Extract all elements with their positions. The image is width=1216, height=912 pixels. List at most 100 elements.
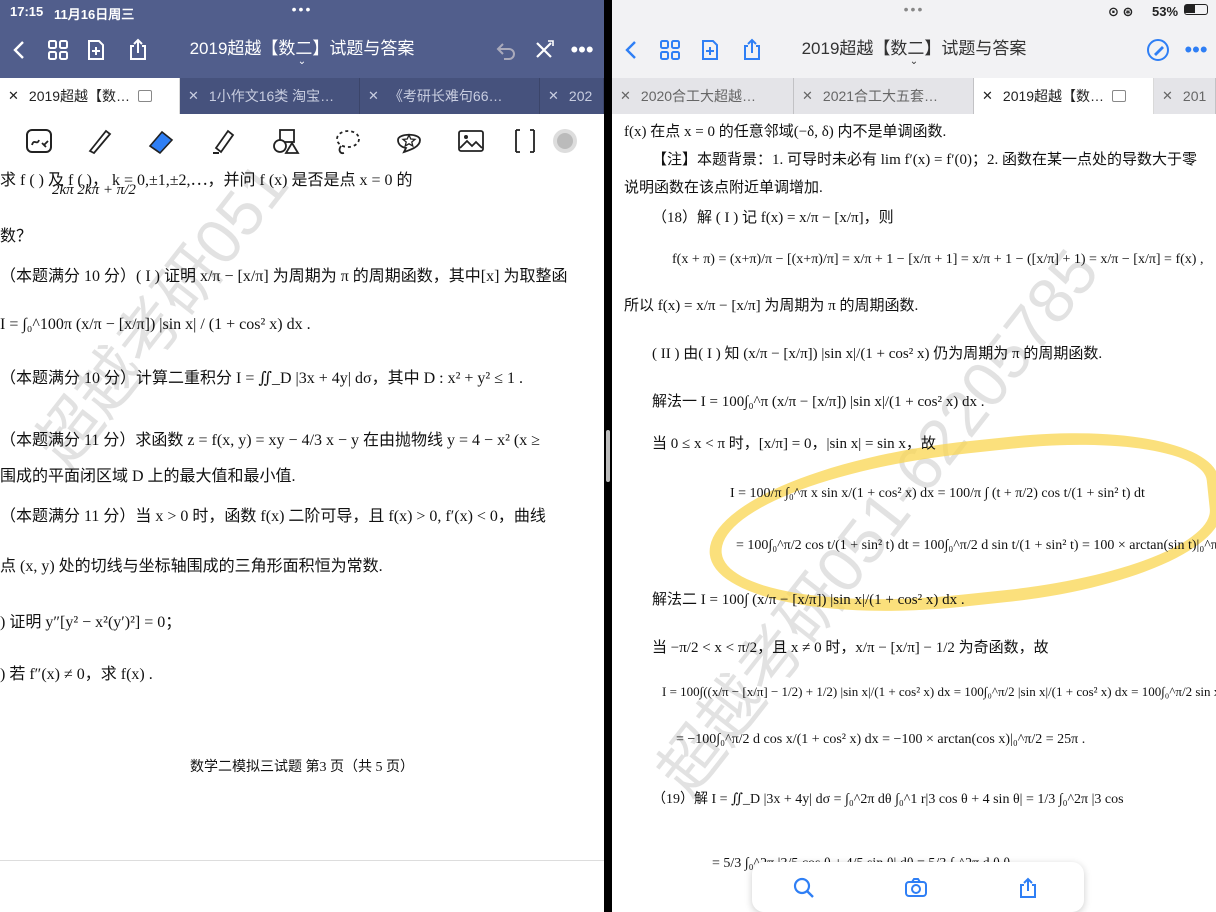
doc-line: 2kπ 2kπ + π/2 [52,182,136,198]
doc-line: （本题满分 11 分）求函数 z = f(x, y) = xy − 4/3 x … [0,432,540,449]
status-date: 11月16日周三 [54,7,135,22]
page-footer: 数学二模拟三试题 第3 页（共 5 页） [190,760,414,775]
tab-label: 201 [1182,88,1207,104]
handwriting-icon[interactable] [22,124,56,158]
share-icon[interactable] [738,36,766,64]
doc-line: 解法一 I = 100∫₀^π (x/π − [x/π]) |sin x|/(1… [652,394,985,410]
undo-icon[interactable] [492,36,520,64]
tab-2019-other[interactable]: ✕ 201 [1154,78,1216,114]
doc-line: ) 证明 y″[y² − x²(y′)²] = 0； [0,614,182,631]
tab-close-icon[interactable]: ✕ [368,88,379,104]
doc-line: 点 (x, y) 处的切线与坐标轴围成的三角形面积恒为常数. [0,558,383,575]
doc-line: 所以 f(x) = x/π − [x/π] 为周期为 π 的周期函数. [624,298,919,314]
doc-line: f(x) 在点 x = 0 的任意邻域(−δ, δ) 内不是单调函数. [624,124,947,140]
tab-2020[interactable]: ✕ 202 [540,78,604,114]
doc-line: = 100∫₀^π/2 cos t/(1 + sin² t) dt = 100∫… [736,538,1216,553]
divider-grip[interactable] [606,430,610,482]
sticker-tool-icon[interactable] [392,124,426,158]
left-app-window: 17:15 11月16日周三 ••• 2019超越【数二】试题与答案 ⌄ ••• … [0,0,604,912]
multitasking-dots-icon[interactable]: ••• [904,2,925,16]
image-tool-icon[interactable] [454,124,488,158]
pen-tool-icon[interactable] [82,124,116,158]
doc-line: （本题满分 11 分）当 x > 0 时，函数 f(x) 二阶可导，且 f(x)… [0,508,546,525]
share-icon[interactable] [124,36,152,64]
back-icon[interactable] [6,36,34,64]
doc-line: 数？ [0,228,33,245]
highlighter-tool-icon[interactable] [206,124,240,158]
doc-line: I = 100/π ∫₀^π x sin x/(1 + cos² x) dx =… [730,486,1145,501]
tab-close-icon[interactable]: ✕ [620,88,631,104]
add-page-icon[interactable] [82,36,110,64]
battery-icon [1184,4,1208,15]
doc-line: f(x + π) = (x+π)/π − [(x+π)/π] = x/π + 1… [672,252,1204,267]
right-app-window: ••• ⊙ ⊛ 53% 2019超越【数二】试题与答案 ⌄ ••• ✕ 2020合工… [612,0,1216,912]
tab-label: 2020合工大超越… [640,88,757,104]
tab-sentences[interactable]: ✕ 《考研长难句66… [360,78,540,114]
tab-label: 2021合工大五套… [822,88,939,104]
tab-close-icon[interactable]: ✕ [1162,88,1173,104]
split-view-divider[interactable] [604,0,612,912]
more-icon[interactable]: ••• [1182,36,1210,64]
doc-line: 围成的平面闭区域 D 上的最大值和最小值. [0,468,296,485]
tab-2019-exam[interactable]: ✕ 2019超越【数… [0,78,180,114]
left-top-bar: 17:15 11月16日周三 ••• 2019超越【数二】试题与答案 ⌄ ••• [0,0,604,78]
doc-line: （18）解 ( I ) 记 f(x) = x/π − [x/π]，则 [652,210,894,226]
color-picker-icon[interactable] [548,124,582,158]
tab-close-icon[interactable]: ✕ [802,88,813,104]
search-icon[interactable] [790,874,818,902]
chevron-down-icon: ⌄ [909,56,919,67]
chevron-down-icon: ⌄ [297,56,307,67]
shapes-tool-icon[interactable] [268,124,302,158]
tab-close-icon[interactable]: ✕ [548,88,559,104]
left-document-page[interactable]: 超越考研051 求 f ( ) 及 f ( )， k = 0,±1,±2,⋯，并… [0,149,604,860]
tab-close-icon[interactable]: ✕ [982,88,993,104]
add-page-icon[interactable] [696,36,724,64]
tab-2020-exam[interactable]: ✕ 2020合工大超越… [612,78,794,114]
doc-line: = −100∫₀^π/2 d cos x/(1 + cos² x) dx = −… [676,732,1086,747]
sidebar-icon[interactable] [1112,90,1127,102]
tab-2021-exam[interactable]: ✕ 2021合工大五套… [794,78,974,114]
sidebar-icon[interactable] [138,90,153,102]
floating-action-bar [752,862,1084,912]
doc-line: 解法二 I = 100∫ (x/π − [x/π]) |sin x|/(1 + … [652,592,965,608]
more-icon[interactable]: ••• [568,36,596,64]
status-icons: ⊙ ⊛ [1108,4,1134,19]
close-annotation-icon[interactable] [530,36,558,64]
tab-label: 202 [568,88,593,104]
document-title[interactable]: 2019超越【数二】试题与答案 ⌄ [190,34,415,67]
back-icon[interactable] [618,36,646,64]
tab-close-icon[interactable]: ✕ [188,88,199,104]
document-title[interactable]: 2019超越【数二】试题与答案 ⌄ [802,34,1027,67]
eraser-tool-icon[interactable] [144,124,178,158]
camera-icon[interactable] [902,874,930,902]
left-tab-bar: ✕ 2019超越【数… ✕ 1小作文16类 淘宝… ✕ 《考研长难句66… ✕ 202 [0,78,604,114]
doc-line: I = ∫₀^100π (x/π − [x/π]) |sin x| / (1 +… [0,316,311,333]
tab-2019-exam[interactable]: ✕ 2019超越【数… [974,78,1154,114]
right-tab-bar: ✕ 2020合工大超越… ✕ 2021合工大五套… ✕ 2019超越【数… ✕ 201 [612,78,1216,114]
doc-line: 说明函数在该点附近单调增加. [624,180,823,196]
export-share-icon[interactable] [1014,874,1042,902]
doc-line: ( II ) 由( I ) 知 (x/π − [x/π]) |sin x|/(1… [652,346,1103,362]
doc-line: （本题满分 10 分）( I ) 证明 x/π − [x/π] 为周期为 π 的… [0,268,568,285]
tab-label: 2019超越【数… [1002,88,1105,104]
lasso-tool-icon[interactable] [330,124,364,158]
right-top-bar: ••• ⊙ ⊛ 53% 2019超越【数二】试题与答案 ⌄ ••• [612,0,1216,78]
tab-label: 1小作文16类 淘宝… [208,88,335,104]
right-document-page[interactable]: 超越考研051-62205785 f(x) 在点 x = 0 的任意邻域(−δ,… [612,114,1216,912]
tab-label: 《考研长难句66… [388,88,503,104]
thumbnails-icon[interactable] [656,36,684,64]
text-box-tool-icon[interactable] [508,124,542,158]
annotation-toolbar [0,114,604,167]
tab-close-icon[interactable]: ✕ [8,88,19,104]
thumbnails-icon[interactable] [44,36,72,64]
status-time: 17:15 [10,4,44,19]
doc-line: 【注】本题背景：1. 可导时未必有 lim f′(x) = f′(0)；2. 函… [652,152,1197,168]
battery-level: 53% [1152,4,1179,19]
annotate-pen-icon[interactable] [1144,36,1172,64]
multitasking-dots-icon[interactable]: ••• [292,2,313,16]
tab-essay[interactable]: ✕ 1小作文16类 淘宝… [180,78,360,114]
doc-line: （19）解 I = ∬_D |3x + 4y| dσ = ∫₀^2π dθ ∫₀… [652,792,1124,807]
left-bottom-bar [0,860,604,912]
doc-line: 当 0 ≤ x < π 时，[x/π] = 0，|sin x| = sin x，… [652,436,936,452]
doc-line: ) 若 f″(x) ≠ 0，求 f(x) . [0,666,153,683]
